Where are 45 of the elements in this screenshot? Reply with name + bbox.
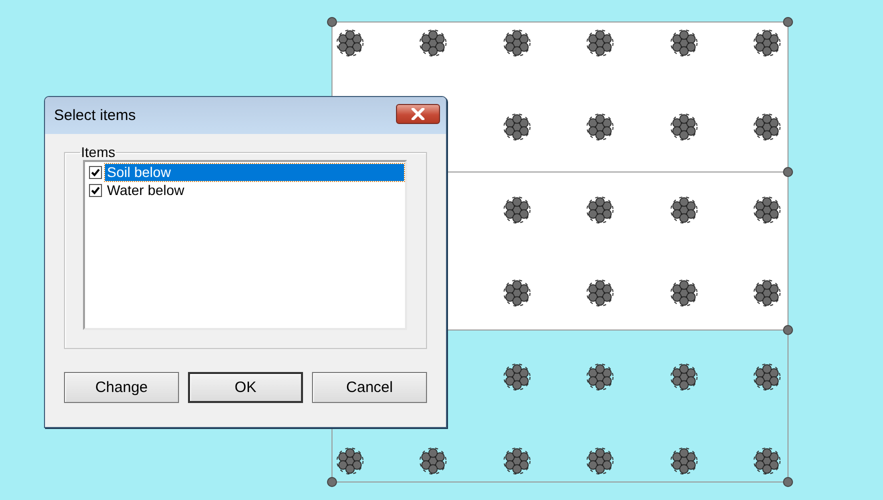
circle-cluster-icon: [420, 448, 446, 474]
close-icon: [411, 108, 425, 120]
circle-cluster-icon: [670, 30, 698, 56]
list-item[interactable]: Soil below: [105, 164, 404, 180]
circle-cluster-icon: [336, 30, 364, 56]
checkbox[interactable]: [89, 184, 102, 196]
checkbox[interactable]: [89, 166, 102, 178]
circle-cluster-icon: [586, 448, 614, 474]
resize-handle[interactable]: [327, 17, 337, 27]
resize-handle[interactable]: [783, 325, 793, 335]
circle-cluster-icon: [670, 280, 698, 306]
dialog-button[interactable]: Change: [64, 372, 179, 403]
list-item[interactable]: Water below: [105, 182, 404, 198]
circle-cluster-icon: [336, 448, 364, 474]
circle-cluster-icon: [504, 196, 530, 224]
resize-handle[interactable]: [783, 477, 793, 487]
circle-cluster-icon: [586, 114, 614, 140]
circle-cluster-icon: [670, 114, 698, 140]
close-button[interactable]: [396, 104, 440, 124]
circle-cluster-icon: [754, 448, 780, 474]
resize-handle[interactable]: [783, 167, 793, 177]
circle-cluster-icon: [670, 364, 698, 390]
circle-cluster-icon: [754, 196, 780, 224]
circle-cluster-icon: [670, 448, 698, 474]
circle-cluster-icon: [504, 448, 530, 474]
circle-cluster-icon: [586, 30, 614, 56]
circle-cluster-icon: [504, 280, 530, 306]
circle-cluster-icon: [504, 114, 530, 140]
circle-cluster-icon: [504, 364, 530, 390]
circle-cluster-icon: [420, 30, 446, 56]
dialog-button[interactable]: OK: [188, 372, 303, 403]
circle-cluster-icon: [586, 196, 614, 224]
circle-cluster-icon: [754, 364, 780, 390]
circle-cluster-icon: [670, 196, 698, 224]
dialog-button[interactable]: Cancel: [312, 372, 427, 403]
resize-handle[interactable]: [327, 477, 337, 487]
circle-cluster-icon: [754, 280, 780, 306]
circle-cluster-icon: [754, 30, 780, 56]
circle-cluster-icon: [586, 280, 614, 306]
resize-handle[interactable]: [783, 17, 793, 27]
circle-cluster-icon: [754, 114, 780, 140]
circle-cluster-icon: [586, 364, 614, 390]
circle-cluster-icon: [504, 30, 530, 56]
window-title: Select items: [54, 107, 136, 124]
group-label: Items: [80, 144, 116, 160]
